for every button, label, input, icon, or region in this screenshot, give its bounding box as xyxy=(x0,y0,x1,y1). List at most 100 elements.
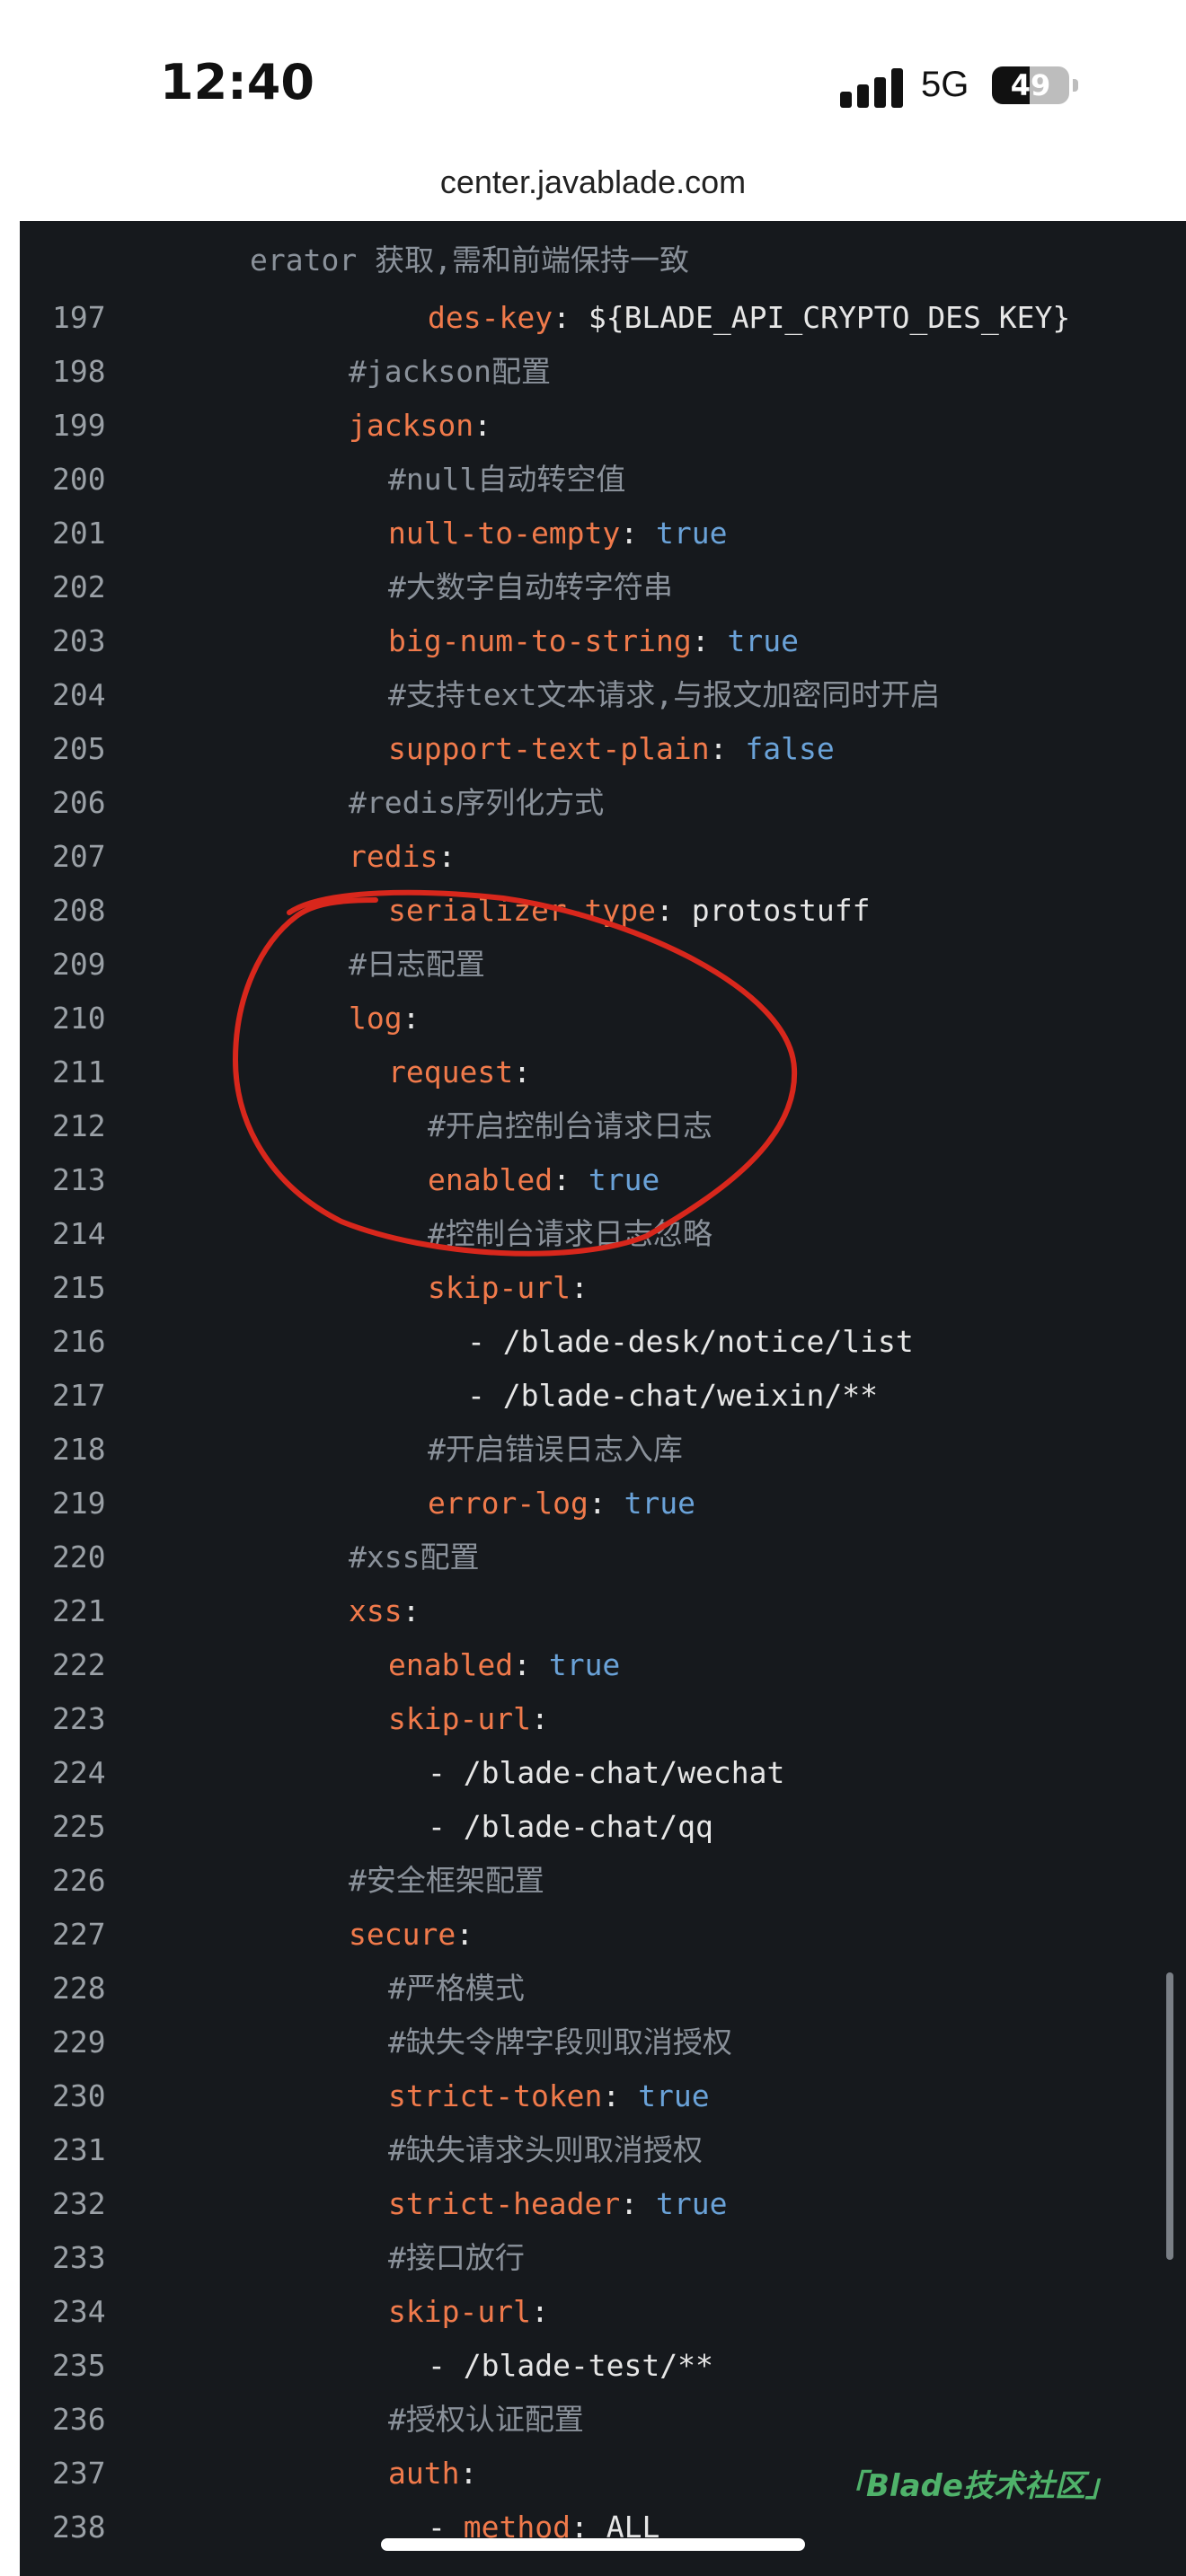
code-token: : xyxy=(656,893,692,928)
code-line: 227 secure: xyxy=(20,1908,1186,1962)
line-number: 225 xyxy=(52,1809,106,1844)
code-token: : xyxy=(691,623,728,658)
code-token: : xyxy=(459,2456,478,2491)
code-text: #大数字自动转字符串 xyxy=(388,560,673,614)
code-comment: #缺失令牌字段则取消授权 xyxy=(388,2025,732,2060)
vertical-scrollbar[interactable] xyxy=(1166,1972,1173,2260)
yaml-key: skip-url xyxy=(388,1701,531,1736)
code-token: : xyxy=(456,1917,474,1952)
line-number: 199 xyxy=(52,408,106,443)
line-number: 205 xyxy=(52,731,106,766)
code-line: 230 strict-token: true xyxy=(20,2069,1186,2123)
code-line: 197 des-key: ${BLADE_API_CRYPTO_DES_KEY} xyxy=(20,291,1186,345)
line-number: 201 xyxy=(52,516,106,551)
code-comment: #jackson配置 xyxy=(349,354,551,389)
line-number: 235 xyxy=(52,2348,106,2383)
code-line: 203 big-num-to-string: true xyxy=(20,614,1186,668)
line-number: 203 xyxy=(52,623,106,658)
code-text: #缺失请求头则取消授权 xyxy=(388,2123,703,2177)
code-line: 233 #接口放行 xyxy=(20,2231,1186,2285)
yaml-key: enabled xyxy=(388,1647,514,1682)
yaml-boolean: true xyxy=(638,2078,710,2113)
yaml-key: log xyxy=(349,1001,403,1036)
code-line: 214 #控制台请求日志忽略 xyxy=(20,1207,1186,1261)
code-text: auth: xyxy=(388,2447,477,2501)
code-token: - /blade-chat/qq xyxy=(428,1809,713,1844)
code-text: #redis序列化方式 xyxy=(349,776,604,830)
line-number: 230 xyxy=(52,2078,106,2113)
code-token: : xyxy=(553,300,589,335)
line-number: 218 xyxy=(52,1432,106,1467)
code-line: 224 - /blade-chat/wechat xyxy=(20,1746,1186,1800)
code-line: 234 skip-url: xyxy=(20,2285,1186,2339)
yaml-boolean: true xyxy=(727,623,799,658)
yaml-key: des-key xyxy=(428,300,553,335)
code-text: jackson: xyxy=(349,399,491,453)
yaml-key: error-log xyxy=(428,1486,589,1521)
code-line: 210 log: xyxy=(20,992,1186,1045)
yaml-boolean: true xyxy=(548,1647,621,1682)
code-text: enabled: true xyxy=(428,1153,659,1207)
line-number: 207 xyxy=(52,839,106,874)
code-text: support-text-plain: false xyxy=(388,722,835,776)
line-number: 216 xyxy=(52,1324,106,1359)
code-line: 207 redis: xyxy=(20,830,1186,884)
code-text: #安全框架配置 xyxy=(349,1854,544,1908)
code-comment: #xss配置 xyxy=(349,1539,480,1575)
code-text: #开启控制台请求日志 xyxy=(428,1099,712,1153)
code-text: null-to-empty: true xyxy=(388,507,728,560)
code-line: 202 #大数字自动转字符串 xyxy=(20,560,1186,614)
code-token: : xyxy=(620,516,657,551)
code-line: 201 null-to-empty: true xyxy=(20,507,1186,560)
code-line: 231 #缺失请求头则取消授权 xyxy=(20,2123,1186,2177)
code-text: xss: xyxy=(349,1584,420,1638)
line-number: 209 xyxy=(52,947,106,982)
code-line: 205 support-text-plain: false xyxy=(20,722,1186,776)
code-token: : xyxy=(513,1054,531,1090)
code-text: - /blade-chat/qq xyxy=(428,1800,713,1854)
code-text: #jackson配置 xyxy=(349,345,551,399)
line-number: 210 xyxy=(52,1001,106,1036)
code-text: #授权认证配置 xyxy=(388,2393,584,2447)
code-text: secure: xyxy=(349,1908,474,1962)
code-text: enabled: true xyxy=(388,1638,620,1692)
yaml-key: null-to-empty xyxy=(388,516,621,551)
code-line: 219 error-log: true xyxy=(20,1477,1186,1531)
code-line: 232 strict-header: true xyxy=(20,2177,1186,2231)
code-text: strict-token: true xyxy=(388,2069,710,2123)
line-number: 202 xyxy=(52,569,106,604)
battery-tip xyxy=(1073,79,1078,92)
line-number: 222 xyxy=(52,1647,106,1682)
yaml-key: strict-token xyxy=(388,2078,603,2113)
yaml-boolean: false xyxy=(745,731,835,766)
code-token: : xyxy=(474,408,491,443)
yaml-key: serializer-type xyxy=(388,893,657,928)
code-text: - /blade-test/** xyxy=(428,2339,713,2393)
code-line: 199 jackson: xyxy=(20,399,1186,453)
code-comment: #大数字自动转字符串 xyxy=(388,569,673,604)
code-token: : xyxy=(602,2078,639,2113)
wrapped-comment-continuation: erator 获取,需和前端保持一致 xyxy=(250,243,689,278)
home-indicator[interactable] xyxy=(381,2538,805,2551)
yaml-key: request xyxy=(388,1054,514,1090)
code-line: 218 #开启错误日志入库 xyxy=(20,1423,1186,1477)
code-token: : xyxy=(513,1647,549,1682)
battery-percentage: 49 xyxy=(1010,68,1051,102)
line-number: 214 xyxy=(52,1216,106,1251)
code-line: 216 - /blade-desk/notice/list xyxy=(20,1315,1186,1369)
code-line: 235 - /blade-test/** xyxy=(20,2339,1186,2393)
code-token: - /blade-chat/weixin/** xyxy=(467,1378,878,1413)
line-number: 231 xyxy=(52,2132,106,2167)
code-comment: #日志配置 xyxy=(349,947,485,982)
code-text: - /blade-chat/weixin/** xyxy=(467,1369,878,1423)
address-bar[interactable]: center.javablade.com xyxy=(0,162,1186,221)
code-text: #严格模式 xyxy=(388,1962,525,2016)
line-number: 200 xyxy=(52,462,106,497)
yaml-key: skip-url xyxy=(428,1270,571,1305)
code-text: error-log: true xyxy=(428,1477,695,1531)
code-text: #缺失令牌字段则取消授权 xyxy=(388,2016,732,2069)
line-number: 212 xyxy=(52,1108,106,1143)
code-line: 226 #安全框架配置 xyxy=(20,1854,1186,1908)
code-token: : xyxy=(530,1701,549,1736)
code-text: des-key: ${BLADE_API_CRYPTO_DES_KEY} xyxy=(428,291,1070,345)
